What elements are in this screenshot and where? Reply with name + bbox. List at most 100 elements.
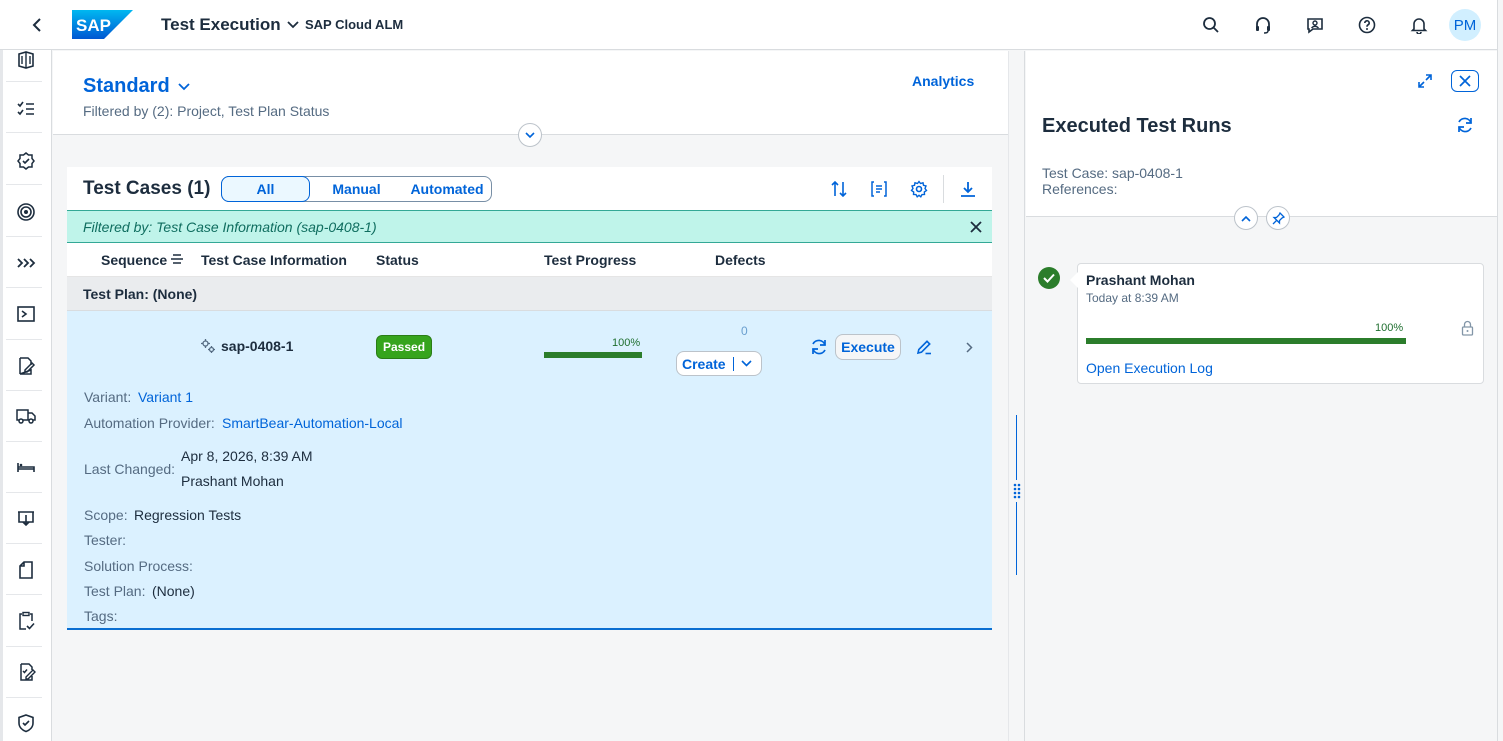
panel-test-case: Test Case: sap-0408-1 <box>1042 165 1183 181</box>
column-test-case-information[interactable]: Test Case Information <box>201 252 347 268</box>
create-defect-menu-button[interactable]: Create <box>676 351 762 376</box>
test-plan-label: Test Plan: <box>84 583 146 599</box>
filter-info-text: Filtered by: Test Case Information (sap-… <box>83 219 377 235</box>
panel-title: Executed Test Runs <box>1042 115 1232 137</box>
chevron-down-icon <box>178 82 190 90</box>
forward-chevrons-icon[interactable] <box>14 251 38 275</box>
column-test-progress[interactable]: Test Progress <box>544 252 636 268</box>
close-icon[interactable] <box>966 217 986 237</box>
help-icon[interactable] <box>1355 13 1379 37</box>
solution-process-label: Solution Process: <box>84 558 193 574</box>
analytics-link[interactable]: Analytics <box>912 73 974 89</box>
scope-label: Scope: <box>84 507 128 523</box>
checklist-icon[interactable] <box>14 97 38 121</box>
segmented-filter: All Manual Automated <box>221 176 492 202</box>
toolbar-separator <box>943 175 944 203</box>
automation-provider-link[interactable]: SmartBear-Automation-Local <box>222 415 403 431</box>
chevron-up-icon <box>1241 215 1251 222</box>
panel-references: References: <box>1042 181 1118 197</box>
chevron-down-icon <box>287 21 299 29</box>
chevron-down-icon <box>741 360 752 367</box>
chevron-down-icon <box>525 131 535 138</box>
download-icon[interactable] <box>956 177 980 201</box>
automation-provider-label: Automation Provider: <box>84 415 215 431</box>
sort-icon[interactable] <box>827 177 851 201</box>
segment-all[interactable]: All <box>221 176 310 202</box>
group-label: Test Plan: (None) <box>83 286 198 302</box>
checklist-edit-icon[interactable] <box>14 660 38 684</box>
search-icon[interactable] <box>1199 13 1223 37</box>
pin-header-button[interactable] <box>1266 206 1290 230</box>
run-progress-bar <box>1086 338 1406 344</box>
approval-badge-icon[interactable] <box>14 149 38 173</box>
defect-count: 0 <box>741 324 748 338</box>
close-panel-button[interactable] <box>1451 70 1479 92</box>
column-defects[interactable]: Defects <box>715 252 766 268</box>
variant-link[interactable]: Variant 1 <box>138 389 193 405</box>
chevron-right-icon[interactable] <box>961 338 977 356</box>
variant-title: Standard <box>83 75 170 97</box>
layout-splitter[interactable] <box>1008 51 1025 741</box>
execute-button[interactable]: Execute <box>835 334 901 360</box>
segment-manual[interactable]: Manual <box>310 177 403 201</box>
status-badge: Passed <box>376 335 433 359</box>
run-timestamp: Today at 8:39 AM <box>1086 291 1179 305</box>
back-button[interactable] <box>24 14 50 36</box>
drag-grip-icon[interactable] <box>1010 480 1024 502</box>
edit-icon[interactable] <box>913 336 935 358</box>
collapse-header-button[interactable] <box>518 123 542 147</box>
last-changed-date: Apr 8, 2026, 8:39 AM <box>181 448 313 464</box>
chevron-left-icon <box>32 18 41 32</box>
user-avatar[interactable]: PM <box>1449 9 1481 41</box>
group-header-row <box>67 277 992 311</box>
segment-automated[interactable]: Automated <box>403 177 491 201</box>
sort-lines-icon <box>170 253 184 265</box>
test-case-id: sap-0408-1 <box>200 338 293 354</box>
window-edge <box>1497 0 1503 741</box>
tester-label: Tester: <box>84 532 127 548</box>
target-icon[interactable] <box>14 200 38 224</box>
fullscreen-icon[interactable] <box>1414 70 1436 92</box>
truck-icon[interactable] <box>14 404 38 428</box>
app-title-menu[interactable]: Test Execution <box>161 15 299 35</box>
create-label: Create <box>682 355 726 372</box>
pin-icon <box>1271 211 1285 225</box>
document-icon[interactable] <box>14 558 38 582</box>
feedback-icon[interactable] <box>1303 13 1327 37</box>
run-executor: Prashant Mohan <box>1086 272 1195 288</box>
collapse-header-button[interactable] <box>1234 206 1258 230</box>
variant-label: Variant: <box>84 389 132 405</box>
card-pointer <box>1070 272 1078 288</box>
filter-summary: Filtered by (2): Project, Test Plan Stat… <box>83 103 330 119</box>
shield-check-icon[interactable] <box>14 711 38 735</box>
notification-bell-icon[interactable] <box>1407 13 1431 37</box>
refresh-icon[interactable] <box>1454 114 1476 136</box>
automation-gears-icon <box>201 339 215 353</box>
column-sequence[interactable]: Sequence <box>101 252 167 268</box>
progress-bar <box>544 352 642 358</box>
open-execution-log-link[interactable]: Open Execution Log <box>1086 360 1213 376</box>
progress-percent: 100% <box>612 337 641 349</box>
settings-gear-icon[interactable] <box>907 177 931 201</box>
group-icon[interactable] <box>867 177 891 201</box>
process-icon[interactable] <box>14 302 38 326</box>
bed-icon[interactable] <box>14 455 38 479</box>
scope-value: Regression Tests <box>134 507 242 523</box>
app-title: Test Execution <box>161 15 281 34</box>
app-subtitle: SAP Cloud ALM <box>305 17 404 32</box>
success-check-icon <box>1038 267 1060 289</box>
inbox-download-icon[interactable] <box>14 507 38 531</box>
side-navigation <box>0 50 52 741</box>
books-icon[interactable] <box>14 48 38 72</box>
column-status[interactable]: Status <box>376 252 419 268</box>
run-progress-percent: 100% <box>1375 322 1404 334</box>
variant-selector[interactable]: Standard <box>83 75 190 98</box>
svg-text:SAP: SAP <box>76 16 111 35</box>
clipboard-check-icon[interactable] <box>14 609 38 633</box>
refresh-icon[interactable] <box>808 336 830 358</box>
headset-icon[interactable] <box>1251 13 1275 37</box>
sap-logo: SAP <box>72 10 133 39</box>
close-icon <box>1459 75 1471 87</box>
last-changed-by: Prashant Mohan <box>181 473 284 489</box>
edit-document-icon[interactable] <box>14 354 38 378</box>
